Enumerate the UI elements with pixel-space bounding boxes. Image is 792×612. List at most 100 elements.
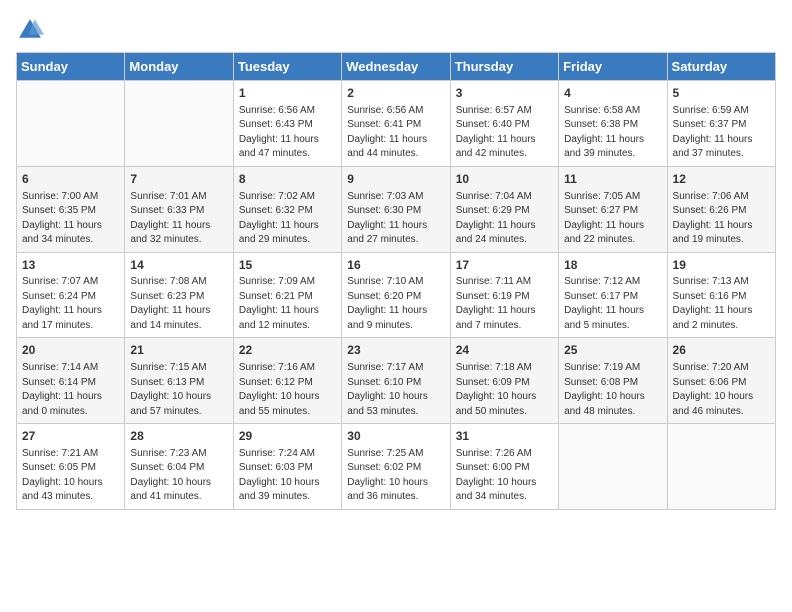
day-info: Sunrise: 7:09 AMSunset: 6:21 PMDaylight:… (239, 275, 336, 333)
calendar-cell: 9 Sunrise: 7:03 AMSunset: 6:30 PMDaylight… (342, 166, 450, 252)
day-number: 25 (564, 342, 661, 359)
day-header-wednesday: Wednesday (342, 53, 450, 81)
day-info: Sunrise: 7:05 AMSunset: 6:27 PMDaylight:… (564, 190, 661, 248)
calendar-cell: 29Sunrise: 7:24 AMSunset: 6:03 PMDayligh… (233, 424, 341, 510)
calendar-cell: 5Sunrise: 6:59 AMSunset: 6:37 PMDaylight… (667, 81, 775, 167)
calendar-week-2: 13Sunrise: 7:07 AMSunset: 6:24 PMDayligh… (17, 252, 776, 338)
day-number: 1 (239, 85, 336, 102)
day-number: 26 (673, 342, 770, 359)
day-number: 21 (130, 342, 227, 359)
calendar-cell: 31 Sunrise: 7:26 AMSunset: 6:00 PMDayligh… (450, 424, 558, 510)
day-header-thursday: Thursday (450, 53, 558, 81)
day-header-friday: Friday (559, 53, 667, 81)
day-info: Sunrise: 7:10 AMSunset: 6:20 PMDaylight:… (347, 275, 444, 333)
day-info: Sunrise: 7:06 AMSunset: 6:26 PMDaylight:… (673, 190, 770, 248)
calendar-header: SundayMondayTuesdayWednesdayThursdayFrid… (17, 53, 776, 81)
logo-icon (16, 16, 44, 44)
day-number: 24 (456, 342, 553, 359)
day-info: Sunrise: 6:57 AMSunset: 6:40 PMDaylight:… (456, 104, 553, 162)
day-info: Sunrise: 6:56 AMSunset: 6:41 PMDaylight:… (347, 104, 444, 162)
day-info: Sunrise: 7:14 AMSunset: 6:14 PMDaylight:… (22, 361, 119, 419)
day-info: Sunrise: 7:13 AMSunset: 6:16 PMDaylight:… (673, 275, 770, 333)
day-number: 22 (239, 342, 336, 359)
calendar-cell: 24 Sunrise: 7:18 AMSunset: 6:09 PMDayligh… (450, 338, 558, 424)
day-info: Sunrise: 7:24 AMSunset: 6:03 PMDaylight:… (239, 447, 336, 505)
day-number: 18 (564, 257, 661, 274)
calendar-cell: 8Sunrise: 7:02 AMSunset: 6:32 PMDaylight… (233, 166, 341, 252)
calendar-week-3: 20 Sunrise: 7:14 AMSunset: 6:14 PMDayligh… (17, 338, 776, 424)
calendar-cell (17, 81, 125, 167)
day-info: Sunrise: 7:18 AMSunset: 6:09 PMDaylight:… (456, 361, 553, 419)
day-header-saturday: Saturday (667, 53, 775, 81)
day-number: 15 (239, 257, 336, 274)
day-number: 11 (564, 171, 661, 188)
calendar-cell: 27 Sunrise: 7:21 AMSunset: 6:05 PMDayligh… (17, 424, 125, 510)
calendar-cell: 17Sunrise: 7:11 AMSunset: 6:19 PMDayligh… (450, 252, 558, 338)
calendar-cell (559, 424, 667, 510)
calendar-cell: 23 Sunrise: 7:17 AMSunset: 6:10 PMDayligh… (342, 338, 450, 424)
day-info: Sunrise: 7:02 AMSunset: 6:32 PMDaylight:… (239, 190, 336, 248)
day-number: 6 (22, 171, 119, 188)
calendar-week-4: 27 Sunrise: 7:21 AMSunset: 6:05 PMDayligh… (17, 424, 776, 510)
calendar-cell: 4 Sunrise: 6:58 AMSunset: 6:38 PMDaylight… (559, 81, 667, 167)
day-info: Sunrise: 7:21 AMSunset: 6:05 PMDaylight:… (22, 447, 119, 505)
calendar-cell: 18Sunrise: 7:12 AMSunset: 6:17 PMDayligh… (559, 252, 667, 338)
day-number: 2 (347, 85, 444, 102)
logo (16, 16, 48, 44)
day-number: 3 (456, 85, 553, 102)
calendar-cell: 26Sunrise: 7:20 AMSunset: 6:06 PMDayligh… (667, 338, 775, 424)
day-number: 19 (673, 257, 770, 274)
calendar-cell: 6 Sunrise: 7:00 AMSunset: 6:35 PMDaylight… (17, 166, 125, 252)
day-number: 31 (456, 428, 553, 445)
calendar-cell: 11 Sunrise: 7:05 AMSunset: 6:27 PMDayligh… (559, 166, 667, 252)
day-number: 13 (22, 257, 119, 274)
day-info: Sunrise: 7:26 AMSunset: 6:00 PMDaylight:… (456, 447, 553, 505)
calendar-body: 1 Sunrise: 6:56 AMSunset: 6:43 PMDaylight… (17, 81, 776, 510)
day-number: 23 (347, 342, 444, 359)
calendar-cell: 14Sunrise: 7:08 AMSunset: 6:23 PMDayligh… (125, 252, 233, 338)
page-header (16, 16, 776, 44)
calendar-cell: 13Sunrise: 7:07 AMSunset: 6:24 PMDayligh… (17, 252, 125, 338)
calendar-cell: 12 Sunrise: 7:06 AMSunset: 6:26 PMDayligh… (667, 166, 775, 252)
calendar-cell: 15Sunrise: 7:09 AMSunset: 6:21 PMDayligh… (233, 252, 341, 338)
day-info: Sunrise: 6:58 AMSunset: 6:38 PMDaylight:… (564, 104, 661, 162)
day-number: 27 (22, 428, 119, 445)
calendar-cell: 20 Sunrise: 7:14 AMSunset: 6:14 PMDayligh… (17, 338, 125, 424)
calendar-week-0: 1 Sunrise: 6:56 AMSunset: 6:43 PMDaylight… (17, 81, 776, 167)
day-info: Sunrise: 7:08 AMSunset: 6:23 PMDaylight:… (130, 275, 227, 333)
day-info: Sunrise: 7:19 AMSunset: 6:08 PMDaylight:… (564, 361, 661, 419)
day-number: 28 (130, 428, 227, 445)
day-info: Sunrise: 7:00 AMSunset: 6:35 PMDaylight:… (22, 190, 119, 248)
day-header-monday: Monday (125, 53, 233, 81)
day-info: Sunrise: 7:16 AMSunset: 6:12 PMDaylight:… (239, 361, 336, 419)
calendar-cell: 3 Sunrise: 6:57 AMSunset: 6:40 PMDaylight… (450, 81, 558, 167)
day-number: 7 (130, 171, 227, 188)
day-number: 17 (456, 257, 553, 274)
calendar-cell: 2 Sunrise: 6:56 AMSunset: 6:41 PMDaylight… (342, 81, 450, 167)
day-number: 10 (456, 171, 553, 188)
calendar-cell: 7Sunrise: 7:01 AMSunset: 6:33 PMDaylight… (125, 166, 233, 252)
day-info: Sunrise: 7:25 AMSunset: 6:02 PMDaylight:… (347, 447, 444, 505)
calendar-table: SundayMondayTuesdayWednesdayThursdayFrid… (16, 52, 776, 510)
calendar-cell: 1 Sunrise: 6:56 AMSunset: 6:43 PMDaylight… (233, 81, 341, 167)
day-info: Sunrise: 7:17 AMSunset: 6:10 PMDaylight:… (347, 361, 444, 419)
calendar-cell: 16Sunrise: 7:10 AMSunset: 6:20 PMDayligh… (342, 252, 450, 338)
calendar-cell: 21Sunrise: 7:15 AMSunset: 6:13 PMDayligh… (125, 338, 233, 424)
day-number: 30 (347, 428, 444, 445)
day-info: Sunrise: 6:56 AMSunset: 6:43 PMDaylight:… (239, 104, 336, 162)
day-number: 9 (347, 171, 444, 188)
day-header-tuesday: Tuesday (233, 53, 341, 81)
day-info: Sunrise: 7:07 AMSunset: 6:24 PMDaylight:… (22, 275, 119, 333)
day-number: 16 (347, 257, 444, 274)
calendar-cell: 10 Sunrise: 7:04 AMSunset: 6:29 PMDayligh… (450, 166, 558, 252)
day-number: 20 (22, 342, 119, 359)
day-info: Sunrise: 7:03 AMSunset: 6:30 PMDaylight:… (347, 190, 444, 248)
day-number: 4 (564, 85, 661, 102)
day-info: Sunrise: 7:23 AMSunset: 6:04 PMDaylight:… (130, 447, 227, 505)
calendar-week-1: 6 Sunrise: 7:00 AMSunset: 6:35 PMDaylight… (17, 166, 776, 252)
day-number: 12 (673, 171, 770, 188)
day-info: Sunrise: 7:12 AMSunset: 6:17 PMDaylight:… (564, 275, 661, 333)
day-info: Sunrise: 7:11 AMSunset: 6:19 PMDaylight:… (456, 275, 553, 333)
day-info: Sunrise: 7:04 AMSunset: 6:29 PMDaylight:… (456, 190, 553, 248)
header-row: SundayMondayTuesdayWednesdayThursdayFrid… (17, 53, 776, 81)
